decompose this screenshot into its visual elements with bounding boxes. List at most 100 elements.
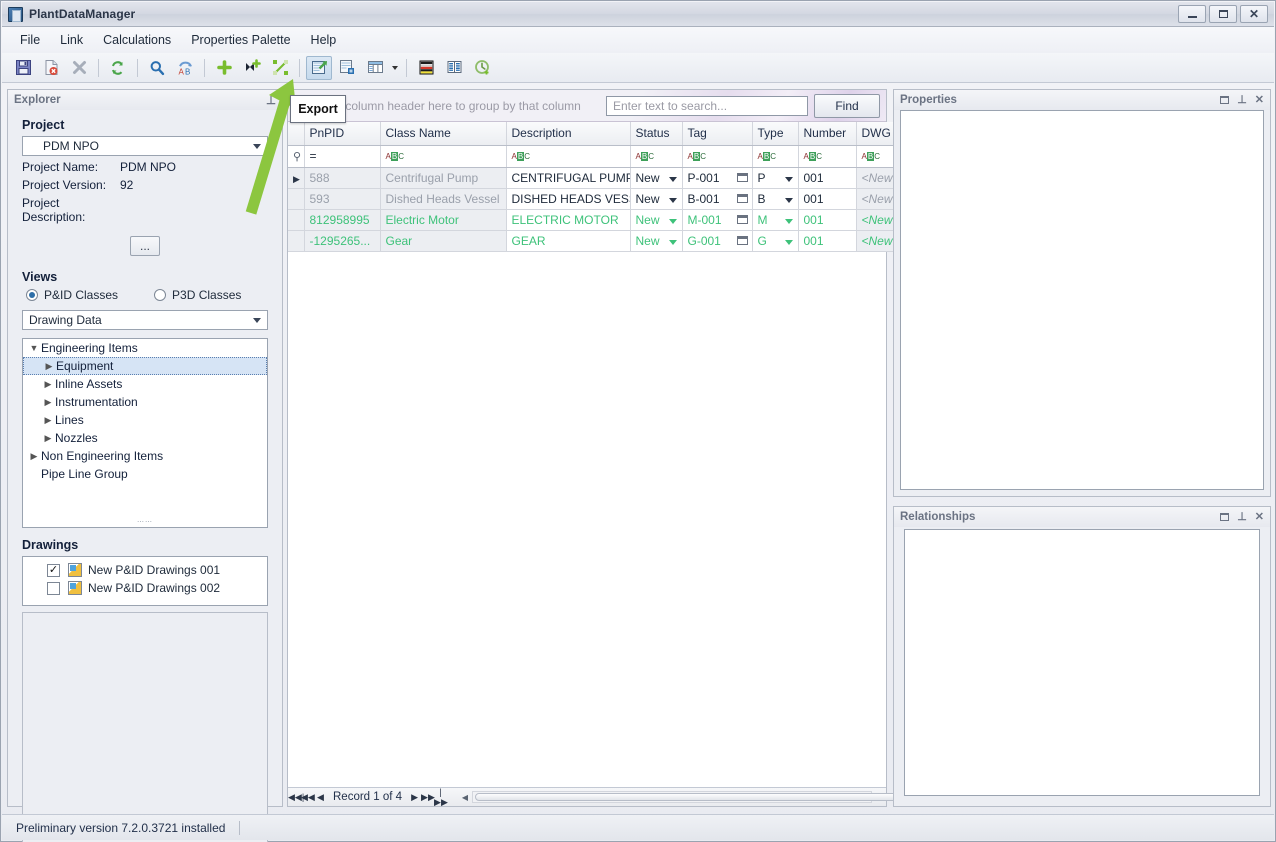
horizontal-scrollbar[interactable]: ◀ ▶ [458,788,955,806]
column-header-class-name[interactable]: Class Name [380,122,507,146]
cell-description[interactable]: DISHED HEADS VESSEL [506,188,631,210]
maximize-button[interactable] [1209,5,1237,23]
history-icon[interactable] [469,56,495,80]
tree-node-non-engineering-items[interactable]: ▶ Non Engineering Items [23,447,267,465]
filter-number[interactable]: ABC [798,145,857,168]
cell-description[interactable]: ELECTRIC MOTOR [506,209,631,231]
cell-type[interactable]: M [752,209,799,231]
scrollbar-track[interactable] [472,791,955,803]
table-row[interactable]: -1295265... Gear GEAR New G-001 G 001 <N… [288,230,947,252]
cell-class-name[interactable]: Dished Heads Vessel [380,188,507,210]
prev-page-button[interactable]: ◀◀ [301,792,315,803]
filter-class-name[interactable]: ABC [380,145,507,168]
tag-editor-icon[interactable] [736,235,748,245]
tree-node-inline-assets[interactable]: ▶ Inline Assets [23,375,267,393]
column-header-description[interactable]: Description [506,122,631,146]
cell-number[interactable]: 001 [798,230,857,252]
expander-closed-icon[interactable]: ▶ [41,415,55,426]
cell-number[interactable]: 001 [798,209,857,231]
column-header-tag[interactable]: Tag [682,122,753,146]
column-header-status[interactable]: Status [630,122,683,146]
cell-tag[interactable]: M-001 [682,209,753,231]
restore-icon[interactable] [1220,96,1230,104]
row-indicator[interactable] [288,209,305,231]
tree-node-nozzles[interactable]: ▶ Nozzles [23,429,267,447]
expander-closed-icon[interactable]: ▶ [27,451,41,462]
row-indicator[interactable] [288,188,305,210]
import-icon[interactable] [334,56,360,80]
tag-editor-icon[interactable] [736,193,748,203]
delete-document-icon[interactable] [38,56,64,80]
menu-item-calculations[interactable]: Calculations [93,29,181,51]
group-by-bar[interactable]: Drag a column header here to group by th… [288,90,886,122]
column-header-pnpid[interactable]: PnPID [304,122,381,146]
expander-closed-icon[interactable]: ▶ [42,361,56,372]
cell-tag[interactable]: G-001 [682,230,753,252]
close-icon[interactable]: ✕ [1255,511,1264,523]
tree-node-engineering-items[interactable]: ▼ Engineering Items [23,339,267,357]
pin-icon[interactable]: ⊥ [266,93,276,107]
drawing-checkbox[interactable] [47,581,60,595]
close-icon[interactable]: ✕ [1255,94,1264,106]
project-description-browse-button[interactable]: ... [130,236,160,256]
cell-pnpid[interactable]: 812958995 [304,209,381,231]
project-combo[interactable]: PDM NPO [22,136,268,156]
cell-type[interactable]: G [752,230,799,252]
export-icon[interactable] [306,55,332,80]
menu-item-properties-palette[interactable]: Properties Palette [181,29,300,51]
filter-tag[interactable]: ABC [682,145,753,168]
expander-closed-icon[interactable]: ▶ [41,379,55,390]
pin-icon[interactable]: ⊥ [1237,511,1247,523]
column-header-number[interactable]: Number [798,122,857,146]
cell-status[interactable]: New [630,230,683,252]
tree-node-lines[interactable]: ▶ Lines [23,411,267,429]
filter-status[interactable]: ABC [630,145,683,168]
next-page-button[interactable]: ▶▶ [421,792,435,803]
first-record-button[interactable]: ◀◀| [288,792,304,803]
color-legend-icon[interactable] [413,56,439,80]
save-icon[interactable] [10,56,36,80]
filter-pin-icon[interactable]: ⚲ [293,151,301,163]
filter-description[interactable]: ABC [506,145,631,168]
table-layout-caret-icon[interactable] [390,56,400,80]
menu-item-help[interactable]: Help [301,29,347,51]
next-record-button[interactable]: ▶ [408,792,421,803]
table-row[interactable]: 812958995 Electric Motor ELECTRIC MOTOR … [288,209,947,231]
menu-item-link[interactable]: Link [50,29,93,51]
tag-editor-icon[interactable] [736,214,748,224]
cell-status[interactable]: New [630,209,683,231]
expander-closed-icon[interactable]: ▶ [41,433,55,444]
cell-type[interactable]: P [752,167,799,189]
cell-description[interactable]: CENTRIFUGAL PUMP [506,167,631,189]
filter-pnpid[interactable]: = [304,145,381,168]
pin-icon[interactable]: ⊥ [1237,94,1247,106]
search-input[interactable]: Enter text to search... [606,96,808,116]
expander-closed-icon[interactable]: ▶ [41,397,55,408]
table-row[interactable]: 593 Dished Heads Vessel DISHED HEADS VES… [288,188,947,210]
table-row[interactable]: ▶ 588 Centrifugal Pump CENTRIFUGAL PUMP … [288,167,947,189]
columns-icon[interactable] [441,56,467,80]
restore-icon[interactable] [1220,513,1230,521]
cell-pnpid[interactable]: 593 [304,188,381,210]
tree-node-pipe-line-group[interactable]: Pipe Line Group [23,465,267,483]
search-icon[interactable] [144,56,170,80]
close-x-icon[interactable] [66,56,92,80]
cell-class-name[interactable]: Centrifugal Pump [380,167,507,189]
table-layout-icon[interactable] [362,56,388,80]
find-button[interactable]: Find [814,94,880,118]
tree-node-equipment[interactable]: ▶ Equipment [23,357,267,375]
close-button[interactable]: ✕ [1240,5,1268,23]
expander-open-icon[interactable]: ▼ [27,343,41,353]
drawing-checkbox[interactable]: ✓ [47,563,60,577]
prev-record-button[interactable]: ◀ [314,792,327,803]
cell-number[interactable]: 001 [798,167,857,189]
cell-type[interactable]: B [752,188,799,210]
menu-item-file[interactable]: File [10,29,50,51]
refresh-icon[interactable] [105,56,131,80]
tag-editor-icon[interactable] [736,172,748,182]
cell-class-name[interactable]: Gear [380,230,507,252]
rename-ab-icon[interactable]: AB [172,56,198,80]
add-item-icon[interactable] [239,56,265,80]
cell-pnpid[interactable]: -1295265... [304,230,381,252]
cell-status[interactable]: New [630,167,683,189]
